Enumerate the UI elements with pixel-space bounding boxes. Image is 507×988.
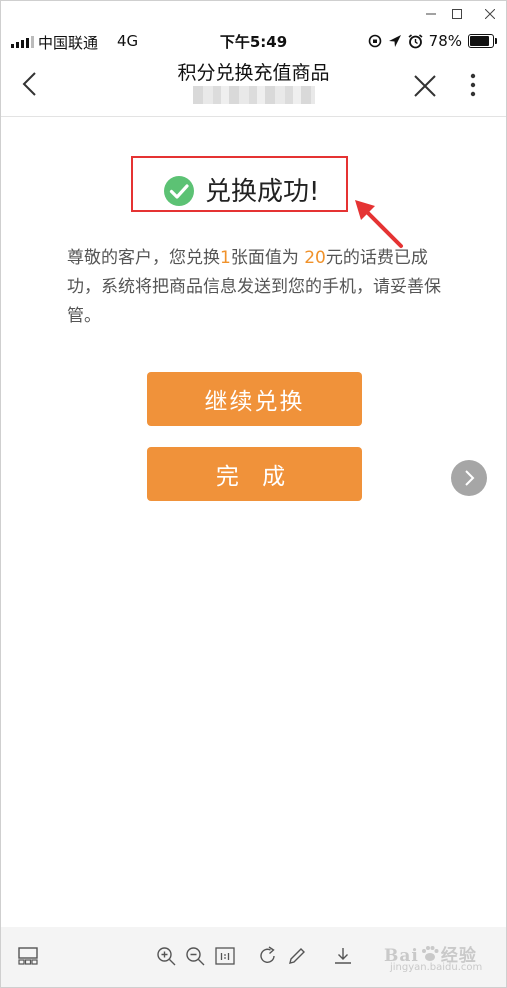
message-prefix: 尊敬的客户，您兑换 <box>67 248 220 268</box>
blurred-subtitle <box>193 86 315 104</box>
rotation-lock-icon <box>368 34 381 48</box>
battery-level <box>470 36 489 46</box>
rotate-icon[interactable] <box>257 945 279 967</box>
more-icon[interactable] <box>459 72 487 100</box>
success-check-icon <box>164 176 194 206</box>
close-icon <box>485 9 495 19</box>
battery-icon <box>468 34 497 48</box>
location-arrow-icon <box>388 35 401 47</box>
download-icon[interactable] <box>332 945 354 967</box>
minimize-icon <box>426 13 436 15</box>
thumbnail-icon[interactable] <box>17 945 39 967</box>
message-middle: 张面值为 <box>230 248 305 268</box>
zoom-in-icon[interactable] <box>155 945 177 967</box>
paw-icon <box>421 946 439 961</box>
done-button[interactable]: 完 成 <box>147 447 362 501</box>
app-window: 中国联通 4G 下午5:49 78% 积分兑换充值商品 兑换成功! 尊敬的客户，… <box>0 0 507 988</box>
edit-pencil-icon[interactable] <box>286 945 308 967</box>
alarm-icon <box>408 33 423 48</box>
message-count: 1 <box>220 248 231 268</box>
continue-exchange-button[interactable]: 继续兑换 <box>147 372 362 426</box>
next-page-button[interactable] <box>451 460 487 496</box>
maximize-button[interactable] <box>445 5 469 23</box>
battery-percent: 78% <box>428 32 462 50</box>
message-amount: 20 <box>304 248 326 268</box>
baidu-watermark: Bai 经验 jingyan.baidu.com <box>384 933 494 977</box>
chevron-right-icon <box>465 470 475 486</box>
watermark-url: jingyan.baidu.com <box>390 962 483 973</box>
window-close-button[interactable] <box>478 5 502 23</box>
status-bar: 中国联通 4G 下午5:49 78% <box>1 28 506 56</box>
window-titlebar <box>1 1 506 27</box>
status-icons: 78% <box>368 32 497 50</box>
zoom-out-icon[interactable] <box>184 945 206 967</box>
minimize-button[interactable] <box>419 5 443 23</box>
close-icon[interactable] <box>411 72 439 100</box>
result-message: 尊敬的客户，您兑换1张面值为 20元的话费已成功，系统将把商品信息发送到您的手机… <box>67 244 457 331</box>
maximize-icon <box>452 9 462 19</box>
success-title: 兑换成功! <box>205 177 320 207</box>
nav-bar: 积分兑换充值商品 <box>1 56 506 117</box>
actual-size-icon[interactable] <box>214 945 236 967</box>
